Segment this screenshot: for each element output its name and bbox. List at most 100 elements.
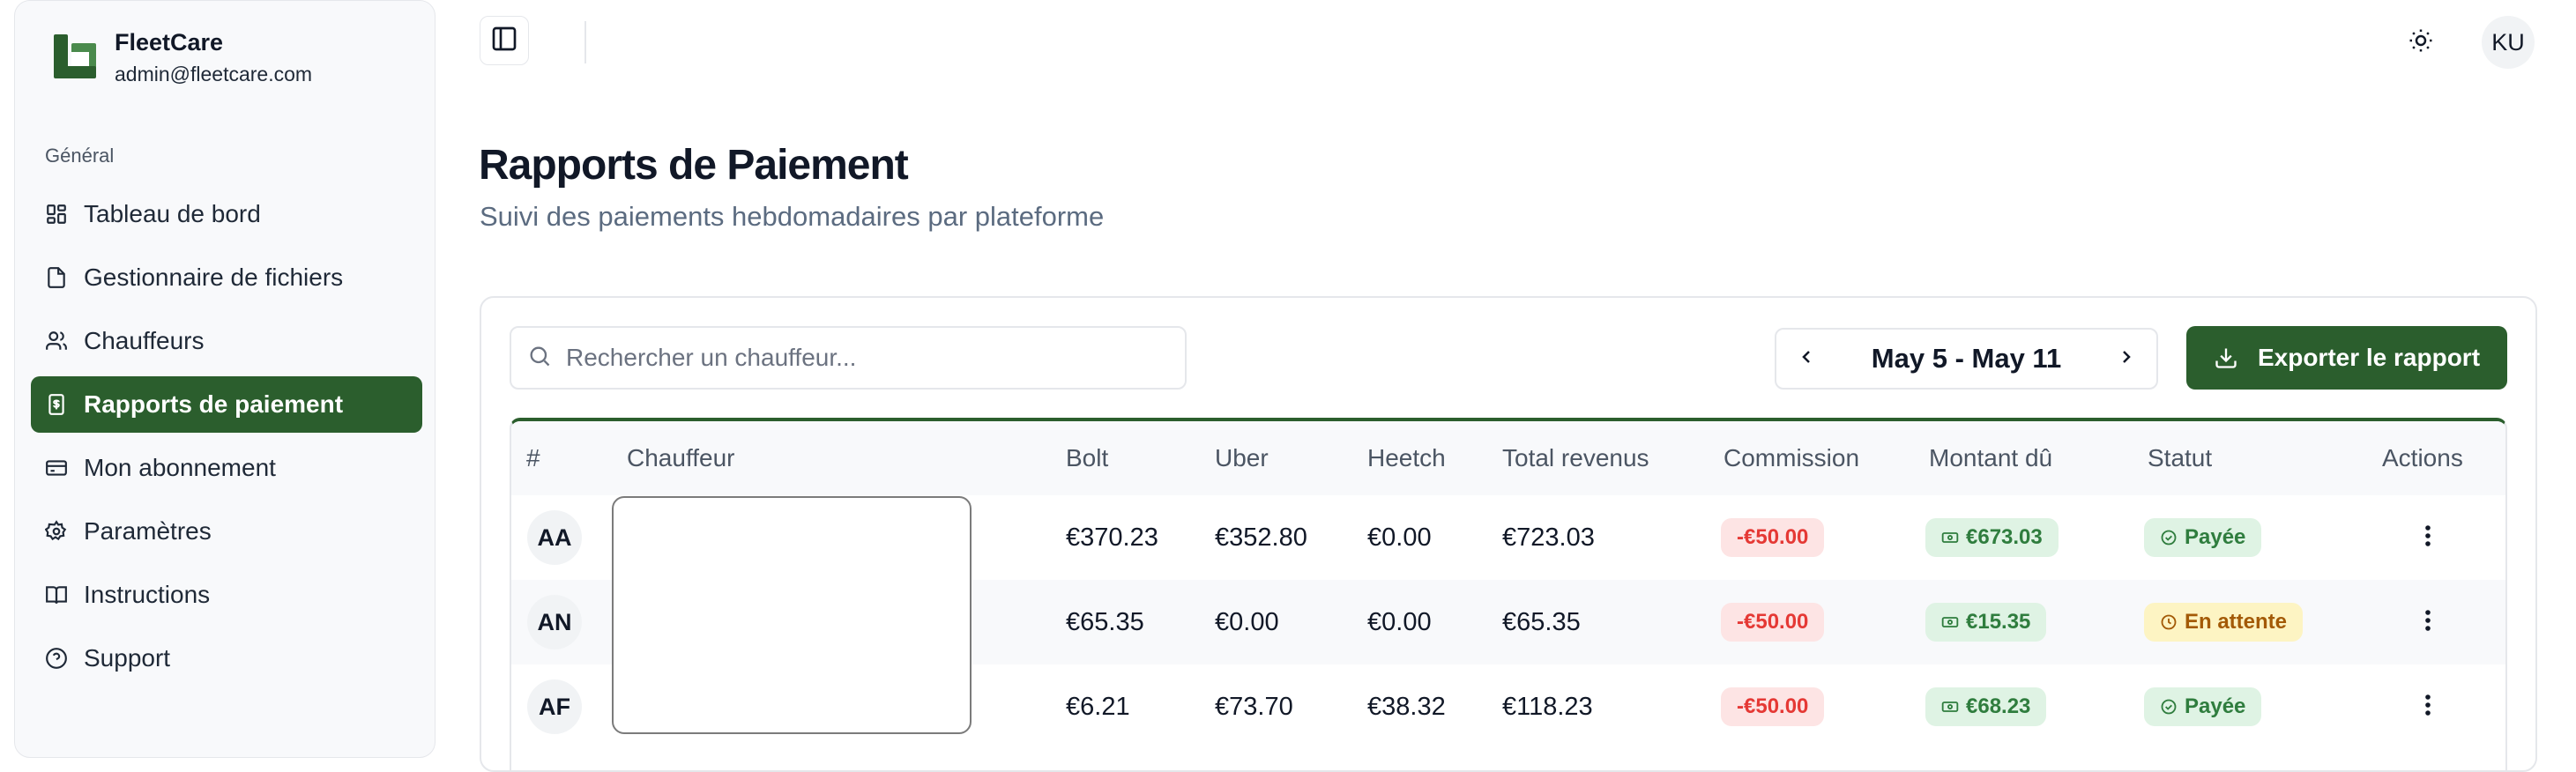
uber-amount: €0.00	[1215, 608, 1279, 636]
amount-due-badge: €68.23	[1925, 687, 2047, 726]
export-report-button[interactable]: Exporter le rapport	[2186, 326, 2507, 390]
download-icon	[2214, 345, 2238, 370]
clock-icon	[2160, 613, 2178, 631]
search-input[interactable]	[564, 343, 1167, 373]
sidebar-item-instructions[interactable]: Instructions	[31, 567, 422, 623]
driver-avatar: AA	[527, 510, 582, 565]
more-vertical-icon	[2424, 524, 2431, 552]
column-header: Heetch	[1367, 444, 1446, 471]
book-icon	[43, 582, 70, 608]
status-badge: En attente	[2144, 603, 2304, 642]
sidebar-item-label: Mon abonnement	[84, 454, 276, 481]
commission-badge: -€50.00	[1721, 603, 1825, 642]
file-icon	[43, 264, 70, 291]
column-header: Total revenus	[1502, 444, 1649, 471]
amount-due-value: €673.03	[1966, 525, 2043, 549]
uber-amount: €73.70	[1215, 693, 1293, 721]
sidebar-item-settings[interactable]: Paramètres	[31, 503, 422, 560]
total-revenue: €65.35	[1502, 608, 1581, 636]
chevron-right-icon	[2116, 346, 2137, 372]
export-label: Exporter le rapport	[2257, 344, 2481, 371]
column-header: Montant dû	[1929, 444, 2053, 471]
sidebar-item-label: Instructions	[84, 581, 211, 608]
topbar-divider	[584, 21, 586, 63]
bolt-amount: €6.21	[1066, 693, 1130, 721]
search-icon	[527, 344, 552, 373]
search-box[interactable]	[510, 326, 1187, 390]
heetch-amount: €38.32	[1367, 693, 1446, 721]
next-week-button[interactable]	[2096, 330, 2156, 388]
more-vertical-icon	[2424, 609, 2431, 636]
user-avatar[interactable]: KU	[2482, 16, 2535, 69]
sidebar-item-label: Support	[84, 644, 171, 672]
amount-due-value: €15.35	[1966, 610, 2031, 634]
sidebar-toggle-button[interactable]	[480, 16, 529, 65]
row-actions-button[interactable]	[2410, 689, 2446, 724]
chevron-left-icon	[1796, 346, 1817, 372]
sidebar-item-payment-reports[interactable]: Rapports de paiement	[31, 376, 422, 433]
sidebar-item-drivers[interactable]: Chauffeurs	[31, 313, 422, 369]
column-header: Bolt	[1066, 444, 1109, 471]
sidebar-item-file-manager[interactable]: Gestionnaire de fichiers	[31, 249, 422, 306]
row-actions-button[interactable]	[2410, 605, 2446, 640]
status-label: En attente	[2185, 610, 2288, 634]
status-label: Payée	[2185, 694, 2246, 718]
sidebar-item-label: Paramètres	[84, 517, 212, 545]
driver-names-redaction	[612, 496, 972, 734]
bolt-amount: €370.23	[1066, 523, 1158, 552]
total-revenue: €723.03	[1502, 523, 1595, 552]
sidebar-item-dashboard[interactable]: Tableau de bord	[31, 186, 422, 242]
previous-week-button[interactable]	[1776, 330, 1836, 388]
driver-avatar: AF	[527, 679, 582, 734]
heetch-amount: €0.00	[1367, 608, 1432, 636]
check-circle-icon	[2160, 698, 2178, 716]
amount-due-badge: €15.35	[1925, 603, 2047, 642]
sidebar: FleetCare admin@fleetcare.com Général Ta…	[14, 0, 436, 758]
commission-badge: -€50.00	[1721, 518, 1825, 557]
fleetcare-logo	[54, 34, 96, 78]
theme-toggle-button[interactable]	[2400, 21, 2442, 63]
week-range: May 5 - May 11	[1871, 343, 2062, 374]
sidebar-item-subscription[interactable]: Mon abonnement	[31, 440, 422, 496]
users-icon	[43, 328, 70, 354]
gear-icon	[43, 518, 70, 545]
banknote-icon	[1941, 698, 1959, 716]
column-header: Statut	[2148, 444, 2213, 471]
column-header: #	[526, 444, 540, 471]
row-actions-button[interactable]	[2410, 520, 2446, 555]
panel-left-icon	[490, 25, 518, 57]
check-circle-icon	[2160, 529, 2178, 546]
status-badge: Payée	[2144, 687, 2262, 726]
uber-amount: €352.80	[1215, 523, 1307, 552]
sidebar-item-support[interactable]: Support	[31, 630, 422, 687]
status-badge: Payée	[2144, 518, 2262, 557]
heetch-amount: €0.00	[1367, 523, 1432, 552]
banknote-icon	[1941, 613, 1959, 631]
dashboard-icon	[43, 201, 70, 227]
sidebar-item-label: Rapports de paiement	[84, 390, 344, 418]
more-vertical-icon	[2424, 694, 2431, 721]
driver-avatar: AN	[527, 595, 582, 650]
sidebar-item-label: Chauffeurs	[84, 327, 205, 354]
column-header: Chauffeur	[627, 444, 735, 471]
total-revenue: €118.23	[1502, 693, 1593, 721]
amount-due-value: €68.23	[1966, 694, 2031, 718]
table-header: # Chauffeur Bolt Uber Heetch Total reven…	[511, 421, 2505, 495]
banknote-icon	[1941, 529, 1959, 546]
sidebar-section-label: Général	[45, 145, 115, 167]
brand-email: admin@fleetcare.com	[115, 63, 313, 85]
week-navigator: May 5 - May 11	[1775, 328, 2158, 390]
page-subtitle: Suivi des paiements hebdomadaires par pl…	[480, 201, 1105, 232]
column-header: Commission	[1724, 444, 1860, 471]
sidebar-item-label: Gestionnaire de fichiers	[84, 264, 344, 291]
brand-name: FleetCare	[115, 29, 224, 56]
amount-due-badge: €673.03	[1925, 518, 2059, 557]
help-circle-icon	[43, 645, 70, 672]
sidebar-item-label: Tableau de bord	[84, 200, 261, 227]
column-header: Actions	[2382, 444, 2463, 471]
page-title: Rapports de Paiement	[479, 142, 909, 189]
sun-icon	[2408, 27, 2434, 58]
credit-card-icon	[43, 455, 70, 481]
column-header: Uber	[1215, 444, 1269, 471]
status-label: Payée	[2185, 525, 2246, 549]
